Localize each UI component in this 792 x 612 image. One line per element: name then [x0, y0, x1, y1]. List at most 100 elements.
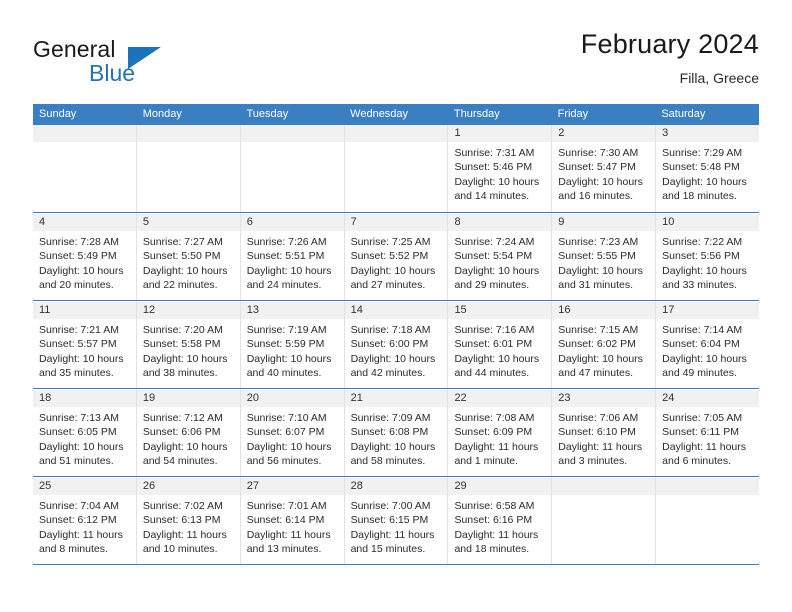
- calendar-day-cell[interactable]: 9 Sunrise: 7:23 AM Sunset: 5:55 PM Daylight…: [552, 214, 657, 300]
- calendar-day-cell[interactable]: 13 Sunrise: 7:19 AM Sunset: 5:59 PM Dayligh…: [240, 302, 345, 388]
- day-number: [240, 125, 344, 142]
- calendar-day-cell[interactable]: 5 Sunrise: 7:27 AM Sunset: 5:50 PM Daylight…: [136, 214, 241, 300]
- day-details: Sunrise: 7:22 AM Sunset: 5:56 PM Daylight:…: [656, 231, 759, 293]
- day-number: 28: [344, 478, 448, 495]
- weekday-sunday: Sunday: [39, 108, 77, 120]
- calendar-day-cell[interactable]: 6 Sunrise: 7:26 AM Sunset: 5:51 PM Daylight…: [240, 214, 345, 300]
- day-detail-line: Sunrise: 7:02 AM: [142, 500, 223, 512]
- day-details: Sunrise: 6:58 AM Sunset: 6:16 PM Daylight:…: [448, 495, 551, 557]
- day-detail-line: Sunset: 6:12 PM: [39, 514, 117, 527]
- day-detail-line: Sunrise: 7:26 AM: [246, 236, 327, 248]
- day-details: Sunrise: 7:08 AM Sunset: 6:09 PM Daylight:…: [448, 407, 551, 469]
- calendar-day-cell[interactable]: 2 Sunrise: 7:30 AM Sunset: 5:47 PM Daylight…: [552, 125, 657, 212]
- day-details: Sunrise: 7:25 AM Sunset: 5:52 PM Daylight:…: [345, 231, 448, 293]
- calendar-day-cell[interactable]: 22 Sunrise: 7:08 AM Sunset: 6:09 PM Dayligh…: [448, 390, 553, 476]
- day-number: 8: [448, 214, 552, 231]
- day-details: Sunrise: 7:23 AM Sunset: 5:55 PM Daylight:…: [552, 231, 655, 293]
- day-detail-line: and 18 minutes.: [662, 190, 737, 203]
- weekday-saturday: Saturday: [661, 108, 706, 120]
- calendar-day-cell-empty: [240, 125, 345, 212]
- calendar-week-row: 11 Sunrise: 7:21 AM Sunset: 5:57 PM Dayligh…: [33, 301, 760, 389]
- brand-logo[interactable]: General Blue: [33, 36, 253, 92]
- day-details: Sunrise: 7:13 AM Sunset: 6:05 PM Daylight:…: [33, 407, 136, 469]
- calendar-day-cell[interactable]: 3 Sunrise: 7:29 AM Sunset: 5:48 PM Daylight…: [656, 125, 760, 212]
- weekday-friday: Friday: [557, 108, 589, 120]
- day-detail-line: and 3 minutes.: [558, 455, 628, 468]
- day-details: [241, 142, 344, 146]
- day-detail-line: Sunrise: 6:58 AM: [454, 500, 535, 512]
- day-detail-line: Sunset: 5:49 PM: [39, 250, 117, 263]
- calendar-day-cell[interactable]: 4 Sunrise: 7:28 AM Sunset: 5:49 PM Daylight…: [33, 214, 137, 300]
- day-number: 25: [33, 478, 136, 495]
- calendar-day-cell[interactable]: 25 Sunrise: 7:04 AM Sunset: 6:12 PM Dayligh…: [33, 478, 137, 564]
- calendar-day-cell[interactable]: 1 Sunrise: 7:31 AM Sunset: 5:46 PM Daylight…: [448, 125, 553, 212]
- calendar-day-cell[interactable]: 15 Sunrise: 7:16 AM Sunset: 6:01 PM Dayligh…: [448, 302, 553, 388]
- day-detail-line: and 24 minutes.: [246, 279, 322, 292]
- day-number: 11: [33, 302, 136, 319]
- calendar-day-cell[interactable]: 26 Sunrise: 7:02 AM Sunset: 6:13 PM Dayligh…: [136, 478, 241, 564]
- day-details: Sunrise: 7:04 AM Sunset: 6:12 PM Daylight:…: [33, 495, 136, 557]
- calendar-day-cell[interactable]: 20 Sunrise: 7:10 AM Sunset: 6:07 PM Dayligh…: [240, 390, 345, 476]
- calendar-day-cell[interactable]: 12 Sunrise: 7:20 AM Sunset: 5:58 PM Dayligh…: [136, 302, 241, 388]
- day-detail-line: Sunset: 5:59 PM: [246, 338, 325, 351]
- day-detail-line: Sunrise: 7:15 AM: [558, 324, 639, 336]
- day-detail-line: Daylight: 10 hours: [454, 264, 540, 277]
- day-detail-line: Sunset: 6:16 PM: [454, 514, 533, 527]
- day-number: 14: [344, 302, 448, 319]
- day-detail-line: Sunrise: 7:00 AM: [350, 500, 431, 512]
- calendar-day-cell[interactable]: 27 Sunrise: 7:01 AM Sunset: 6:14 PM Dayligh…: [240, 478, 345, 564]
- calendar-day-cell[interactable]: 14 Sunrise: 7:18 AM Sunset: 6:00 PM Dayligh…: [344, 302, 449, 388]
- day-details: Sunrise: 7:06 AM Sunset: 6:10 PM Daylight:…: [552, 407, 655, 469]
- weekday-wednesday: Wednesday: [350, 108, 409, 120]
- day-detail-line: Sunrise: 7:31 AM: [454, 147, 535, 159]
- day-detail-line: and 16 minutes.: [558, 190, 634, 203]
- day-detail-line: and 18 minutes.: [454, 543, 530, 556]
- calendar-day-cell-empty: [552, 478, 657, 564]
- calendar-day-cell[interactable]: 7 Sunrise: 7:25 AM Sunset: 5:52 PM Daylight…: [344, 214, 449, 300]
- calendar-day-cell[interactable]: 19 Sunrise: 7:12 AM Sunset: 6:06 PM Dayligh…: [136, 390, 241, 476]
- calendar-day-cell[interactable]: 16 Sunrise: 7:15 AM Sunset: 6:02 PM Dayligh…: [552, 302, 657, 388]
- day-number: 18: [33, 390, 136, 407]
- day-details: Sunrise: 7:16 AM Sunset: 6:01 PM Daylight:…: [448, 319, 551, 381]
- day-detail-line: and 54 minutes.: [142, 455, 218, 468]
- day-number: 27: [240, 478, 344, 495]
- calendar-day-cell[interactable]: 21 Sunrise: 7:09 AM Sunset: 6:08 PM Dayligh…: [344, 390, 449, 476]
- day-detail-line: Sunrise: 7:25 AM: [350, 236, 431, 248]
- weekday-tuesday: Tuesday: [246, 108, 289, 120]
- day-number: 6: [240, 214, 344, 231]
- calendar-day-cell[interactable]: 11 Sunrise: 7:21 AM Sunset: 5:57 PM Dayligh…: [33, 302, 137, 388]
- day-detail-line: Daylight: 11 hours: [350, 528, 435, 541]
- day-number: 15: [448, 302, 552, 319]
- day-detail-line: and 22 minutes.: [142, 279, 218, 292]
- calendar-day-cell[interactable]: 24 Sunrise: 7:05 AM Sunset: 6:11 PM Dayligh…: [656, 390, 760, 476]
- day-number: 19: [136, 390, 240, 407]
- day-detail-line: and 14 minutes.: [454, 190, 530, 203]
- day-detail-line: and 13 minutes.: [246, 543, 322, 556]
- day-detail-line: Daylight: 10 hours: [246, 440, 332, 453]
- calendar-day-cell[interactable]: 17 Sunrise: 7:14 AM Sunset: 6:04 PM Dayligh…: [656, 302, 760, 388]
- day-detail-line: and 27 minutes.: [350, 279, 426, 292]
- day-detail-line: Sunset: 6:01 PM: [454, 338, 533, 351]
- calendar-week-row: 4 Sunrise: 7:28 AM Sunset: 5:49 PM Daylight…: [33, 213, 760, 301]
- calendar-day-cell[interactable]: 23 Sunrise: 7:06 AM Sunset: 6:10 PM Dayligh…: [552, 390, 657, 476]
- calendar-week-row: 1 Sunrise: 7:31 AM Sunset: 5:46 PM Daylight…: [33, 125, 760, 213]
- day-details: Sunrise: 7:00 AM Sunset: 6:15 PM Daylight:…: [345, 495, 448, 557]
- day-detail-line: Sunset: 5:58 PM: [142, 338, 221, 351]
- day-detail-line: and 42 minutes.: [350, 367, 426, 380]
- calendar-day-cell[interactable]: 18 Sunrise: 7:13 AM Sunset: 6:05 PM Dayligh…: [33, 390, 137, 476]
- day-detail-line: and 8 minutes.: [39, 543, 108, 556]
- day-details: Sunrise: 7:05 AM Sunset: 6:11 PM Daylight:…: [656, 407, 759, 469]
- day-number: 17: [656, 302, 760, 319]
- calendar-day-cell-empty: [344, 125, 449, 212]
- day-detail-line: Sunset: 6:08 PM: [350, 426, 429, 439]
- calendar-day-cell[interactable]: 10 Sunrise: 7:22 AM Sunset: 5:56 PM Dayligh…: [656, 214, 760, 300]
- day-number: 20: [240, 390, 344, 407]
- day-detail-line: Sunset: 5:56 PM: [662, 250, 740, 263]
- day-detail-line: Daylight: 10 hours: [662, 264, 747, 277]
- calendar-day-cell[interactable]: 28 Sunrise: 7:00 AM Sunset: 6:15 PM Dayligh…: [344, 478, 449, 564]
- day-detail-line: Sunrise: 7:28 AM: [39, 236, 119, 248]
- day-details: Sunrise: 7:28 AM Sunset: 5:49 PM Daylight:…: [33, 231, 136, 293]
- day-detail-line: Sunrise: 7:12 AM: [142, 412, 223, 424]
- calendar-day-cell[interactable]: 8 Sunrise: 7:24 AM Sunset: 5:54 PM Daylight…: [448, 214, 553, 300]
- calendar-day-cell[interactable]: 29 Sunrise: 6:58 AM Sunset: 6:16 PM Dayligh…: [448, 478, 553, 564]
